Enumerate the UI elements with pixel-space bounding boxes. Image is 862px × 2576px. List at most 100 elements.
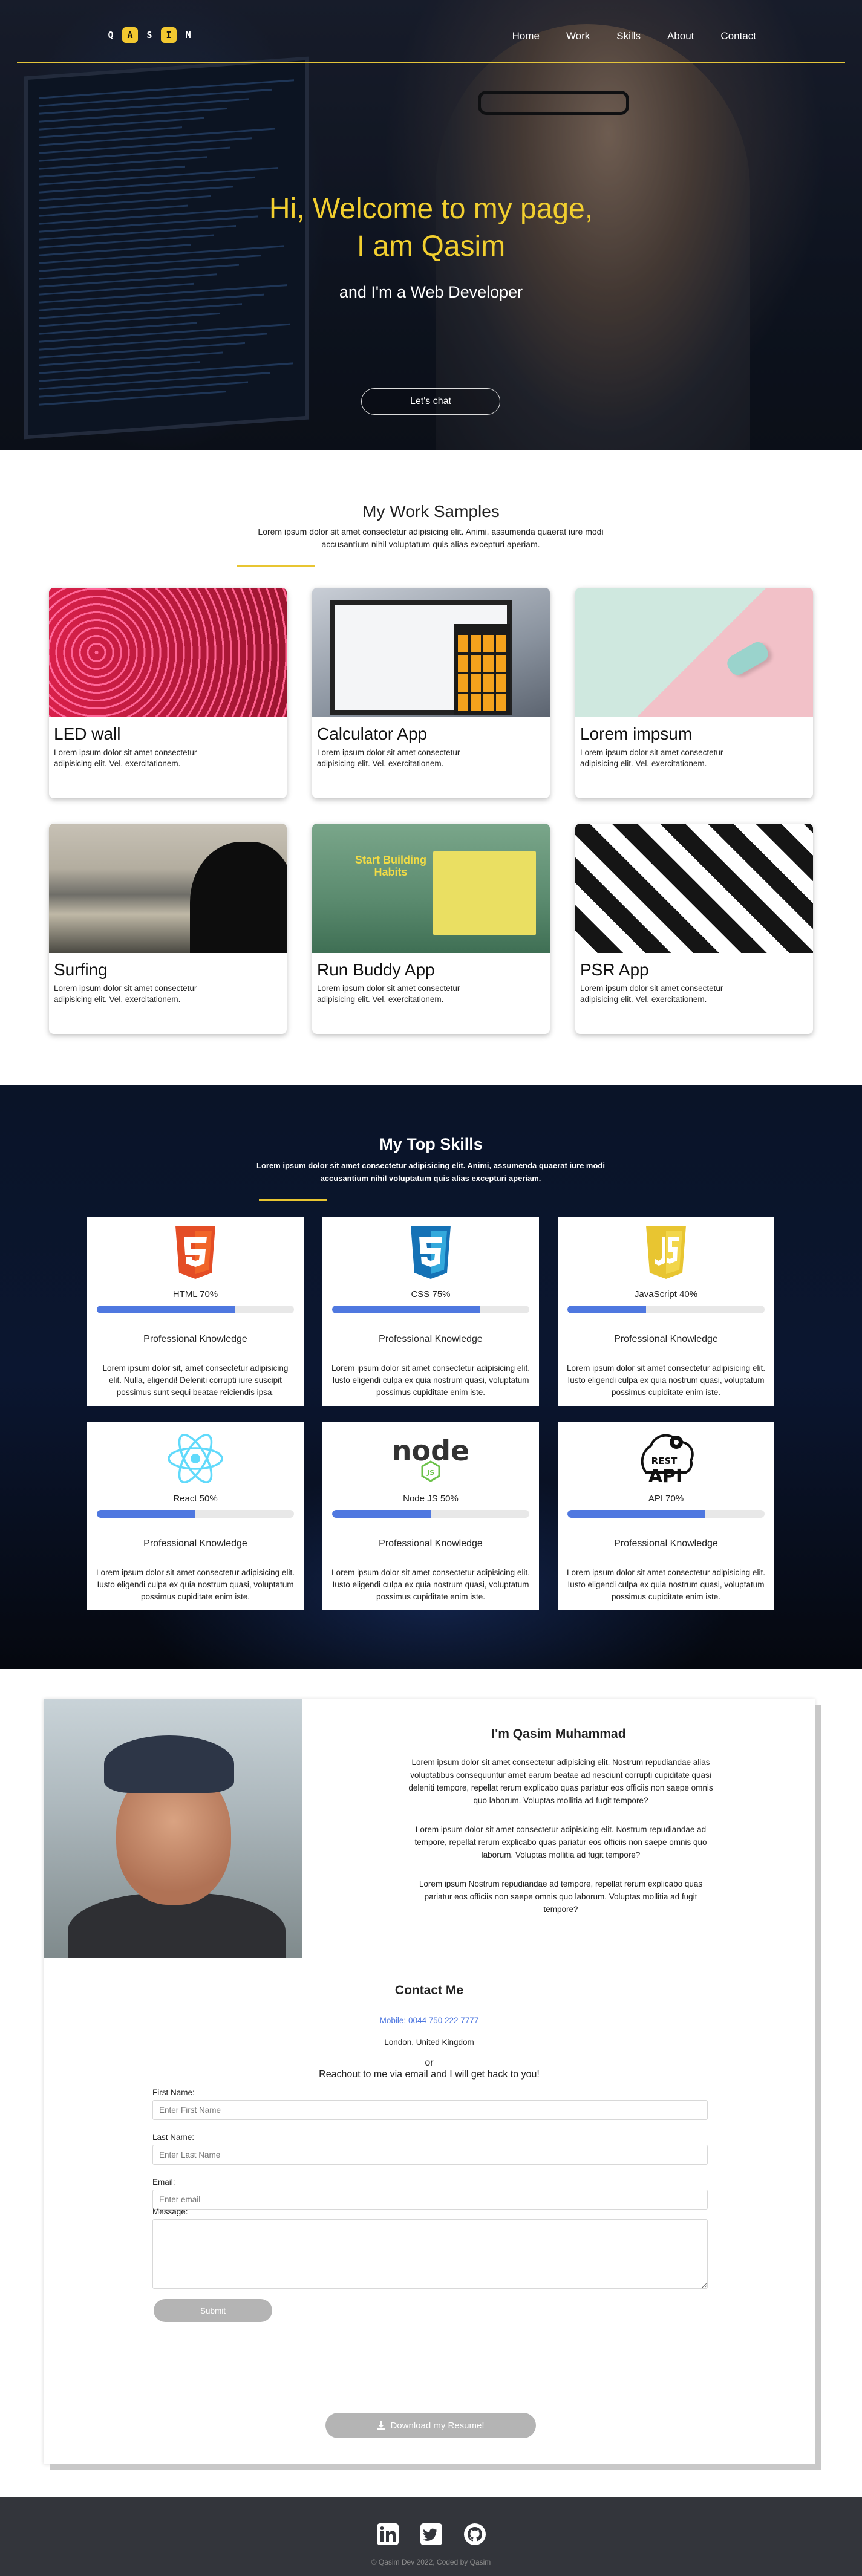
skill-heading: Professional Knowledge: [614, 1334, 718, 1344]
lets-chat-button[interactable]: Let's chat: [361, 388, 500, 415]
email-field[interactable]: [152, 2190, 708, 2210]
skill-progress-fill: [97, 1306, 235, 1313]
contact-reach-text: Reachout to me via email and I will get …: [319, 2069, 540, 2080]
last-name-label: Last Name:: [152, 2133, 195, 2142]
logo-letter: I: [161, 27, 177, 43]
skill-progress-bar: [332, 1510, 529, 1518]
calculator-keypad-image: [454, 624, 510, 715]
download-icon: [377, 2421, 385, 2430]
hero-title-line: I am Qasim: [356, 230, 506, 262]
rest-api-icon: REST API: [558, 1430, 774, 1487]
javascript-icon: [558, 1226, 774, 1283]
skill-description: Lorem ipsum dolor sit amet consectetur a…: [331, 1568, 530, 1601]
work-card-psr[interactable]: PSR App Lorem ipsum dolor sit amet conse…: [575, 824, 813, 1034]
skill-card-javascript: JavaScript 40% Professional Knowledge Lo…: [558, 1217, 774, 1406]
calculator-thumbnail: [312, 588, 550, 717]
skill-description: Lorem ipsum dolor sit amet consectetur a…: [567, 1568, 765, 1601]
contact-title: Contact Me: [394, 1983, 464, 1997]
card-title: Surfing: [54, 960, 108, 979]
skill-heading: Professional Knowledge: [379, 1538, 483, 1549]
card-text: Lorem ipsum dolor sit amet consectetur a…: [54, 748, 197, 768]
skill-progress-fill: [332, 1510, 431, 1518]
skill-description: Lorem ipsum dolor sit amet consectetur a…: [567, 1364, 765, 1397]
skill-progress-bar: [97, 1306, 294, 1313]
linkedin-icon[interactable]: [375, 2522, 400, 2547]
card-title: Run Buddy App: [317, 960, 435, 979]
nav-about[interactable]: About: [667, 30, 694, 42]
nav-contact[interactable]: Contact: [720, 30, 756, 42]
skill-progress-bar: [567, 1306, 765, 1313]
work-card-run-buddy[interactable]: Start Building Habits Run Buddy App Lore…: [312, 824, 550, 1034]
skill-progress-fill: [567, 1510, 706, 1518]
profile-photo: [44, 1699, 302, 1958]
run-buddy-thumbnail: Start Building Habits: [312, 824, 550, 953]
skill-card-node: node JS Node JS 50% Professional Knowled…: [322, 1422, 539, 1610]
skill-progress-bar: [332, 1306, 529, 1313]
skill-heading: Professional Knowledge: [614, 1538, 718, 1549]
skill-description: Lorem ipsum dolor sit, amet consectetur …: [102, 1364, 289, 1397]
api-icon-small-text: REST: [651, 1456, 678, 1466]
site-logo[interactable]: Q A S I M: [103, 27, 196, 43]
skill-heading: Professional Knowledge: [379, 1334, 483, 1344]
twitter-icon[interactable]: [419, 2522, 444, 2547]
skill-progress-bar: [567, 1510, 765, 1518]
about-paragraph: Lorem ipsum Nostrum repudiandae ad tempo…: [419, 1879, 703, 1914]
skill-card-html: HTML 70% Professional Knowledge Lorem ip…: [87, 1217, 304, 1406]
card-title: Calculator App: [317, 724, 428, 743]
skill-label: React 50%: [173, 1494, 218, 1504]
card-text: Lorem ipsum dolor sit amet consectetur a…: [54, 984, 197, 1004]
work-lead: Lorem ipsum dolor sit amet consectetur a…: [258, 527, 604, 549]
download-resume-button[interactable]: Download my Resume!: [325, 2413, 536, 2438]
logo-letter: Q: [108, 30, 114, 41]
skill-label: API 70%: [648, 1494, 684, 1504]
first-name-label: First Name:: [152, 2088, 195, 2097]
skill-progress-fill: [97, 1510, 195, 1518]
skills-section: My Top Skills Lorem ipsum dolor sit amet…: [0, 1085, 862, 1669]
skill-card-css: CSS 75% Professional Knowledge Lorem ips…: [322, 1217, 539, 1406]
surfing-thumbnail: [49, 824, 287, 953]
hero-title: Hi, Welcome to my page, I am Qasim: [0, 190, 862, 265]
nav-skills[interactable]: Skills: [616, 30, 641, 42]
skill-card-react: React 50% Professional Knowledge Lorem i…: [87, 1422, 304, 1610]
work-title-underline: [237, 565, 315, 567]
about-paragraph: Lorem ipsum dolor sit amet consectetur a…: [414, 1825, 707, 1859]
work-card-lorem[interactable]: Lorem impsum Lorem ipsum dolor sit amet …: [575, 588, 813, 798]
card-text: Lorem ipsum dolor sit amet consectetur a…: [580, 984, 723, 1004]
about-name: I'm Qasim Muhammad: [491, 1727, 626, 1741]
main-nav: Home Work Skills About Contact: [512, 30, 756, 42]
work-card-calculator[interactable]: Calculator App Lorem ipsum dolor sit ame…: [312, 588, 550, 798]
github-icon[interactable]: [462, 2522, 488, 2547]
contact-location: London, United Kingdom: [384, 2038, 474, 2047]
work-card-surfing[interactable]: Surfing Lorem ipsum dolor sit amet conse…: [49, 824, 287, 1034]
download-resume-label: Download my Resume!: [390, 2420, 485, 2431]
nav-home[interactable]: Home: [512, 30, 540, 42]
card-title: LED wall: [54, 724, 121, 743]
about-section: I'm Qasim Muhammad Lorem ipsum dolor sit…: [0, 1669, 862, 2497]
submit-button[interactable]: Submit: [154, 2299, 272, 2322]
hero-subtitle: and I'm a Web Developer: [339, 283, 523, 301]
skill-label: JavaScript 40%: [634, 1289, 698, 1299]
last-name-field[interactable]: [152, 2145, 708, 2165]
message-field[interactable]: [152, 2219, 708, 2289]
card-title: Lorem impsum: [580, 724, 693, 743]
copyright-text: © Qasim Dev 2022, Coded by Qasim: [371, 2558, 491, 2566]
html5-icon: [87, 1226, 304, 1283]
psr-thumbnail: [575, 824, 813, 953]
nav-work[interactable]: Work: [566, 30, 590, 42]
contact-phone-link[interactable]: Mobile: 0044 750 222 7777: [44, 2016, 815, 2025]
api-icon-big-text: API: [648, 1466, 682, 1487]
first-name-field[interactable]: [152, 2100, 708, 2120]
work-title: My Work Samples: [362, 502, 500, 521]
skills-title-underline: [259, 1199, 327, 1201]
hero-title-line: Hi, Welcome to my page,: [269, 193, 593, 225]
skill-label: Node JS 50%: [403, 1494, 459, 1504]
skills-title: My Top Skills: [379, 1135, 483, 1153]
card-text: Lorem ipsum dolor sit amet consectetur a…: [317, 748, 460, 768]
skill-progress-bar: [97, 1510, 294, 1518]
work-card-led-wall[interactable]: LED wall Lorem ipsum dolor sit amet cons…: [49, 588, 287, 798]
card-text: Lorem ipsum dolor sit amet consectetur a…: [317, 984, 460, 1004]
skill-progress-fill: [332, 1306, 480, 1313]
card-title: PSR App: [580, 960, 649, 979]
skill-label: CSS 75%: [411, 1289, 451, 1299]
skill-card-api: REST API API 70% Professional Knowledge …: [558, 1422, 774, 1610]
